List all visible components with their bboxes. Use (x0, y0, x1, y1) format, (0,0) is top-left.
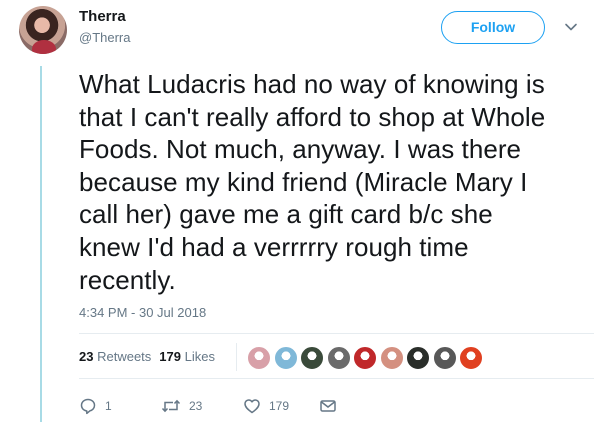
chevron-down-icon[interactable] (564, 20, 578, 34)
liker-avatar-6[interactable] (378, 345, 405, 371)
tweet-line: call her) gave me a gift card b/c she (79, 199, 493, 230)
reply-icon (80, 398, 96, 415)
reply-action[interactable]: 1 (79, 396, 112, 416)
user-handle[interactable]: @Therra (79, 30, 131, 45)
liker-avatar-5[interactable] (352, 345, 378, 371)
retweet-count: 23 (189, 399, 203, 413)
thread-line (40, 66, 42, 422)
heart-icon (244, 399, 260, 414)
likes-count: 179 (159, 349, 181, 364)
avatar[interactable] (19, 6, 67, 54)
envelope-icon (320, 400, 336, 412)
tweet-line: What Ludacris had no way of knowing is (79, 69, 545, 99)
message-action[interactable] (319, 396, 337, 416)
like-count: 179 (269, 399, 290, 413)
retweets-label: Retweets (97, 349, 152, 364)
display-name[interactable]: Therra (79, 8, 126, 25)
liker-avatar-8[interactable] (431, 345, 458, 371)
likes-stat[interactable]: 179 Likes (159, 349, 215, 364)
retweets-stat[interactable]: 23 Retweets (79, 349, 151, 364)
divider (79, 378, 594, 379)
retweet-action[interactable]: 23 (161, 396, 202, 416)
liker-avatar-2[interactable] (272, 345, 299, 371)
divider (79, 333, 594, 334)
retweet-icon (161, 399, 181, 413)
reply-count: 1 (105, 399, 112, 413)
liker-avatar-4[interactable] (325, 345, 352, 371)
tweet-line: that I can't really afford to shop at Wh… (79, 101, 546, 132)
liker-avatar-1[interactable] (246, 345, 272, 371)
liker-avatar-7[interactable] (405, 345, 431, 371)
tweet-timestamp[interactable]: 4:34 PM - 30 Jul 2018 (79, 305, 206, 320)
tweet-line: recently. (79, 264, 176, 295)
like-action[interactable]: 179 (243, 396, 289, 416)
tweet-stats: 23 Retweets 179 Likes (79, 349, 215, 364)
liker-avatar-3[interactable] (299, 345, 325, 371)
tweet-line: Foods. Not much, anyway. I was there (79, 134, 522, 165)
liker-avatar-9[interactable] (458, 345, 484, 371)
retweets-count: 23 (79, 349, 94, 364)
follow-button[interactable]: Follow (441, 11, 545, 44)
tweet-line: knew I'd had a verrrrry rough time (79, 231, 469, 262)
tweet-text: What Ludacris had no way of knowing is t… (79, 68, 594, 296)
likes-label: Likes (184, 349, 215, 364)
stats-separator (236, 343, 237, 371)
tweet-line: because my kind friend (Miracle Mary I (79, 166, 528, 197)
